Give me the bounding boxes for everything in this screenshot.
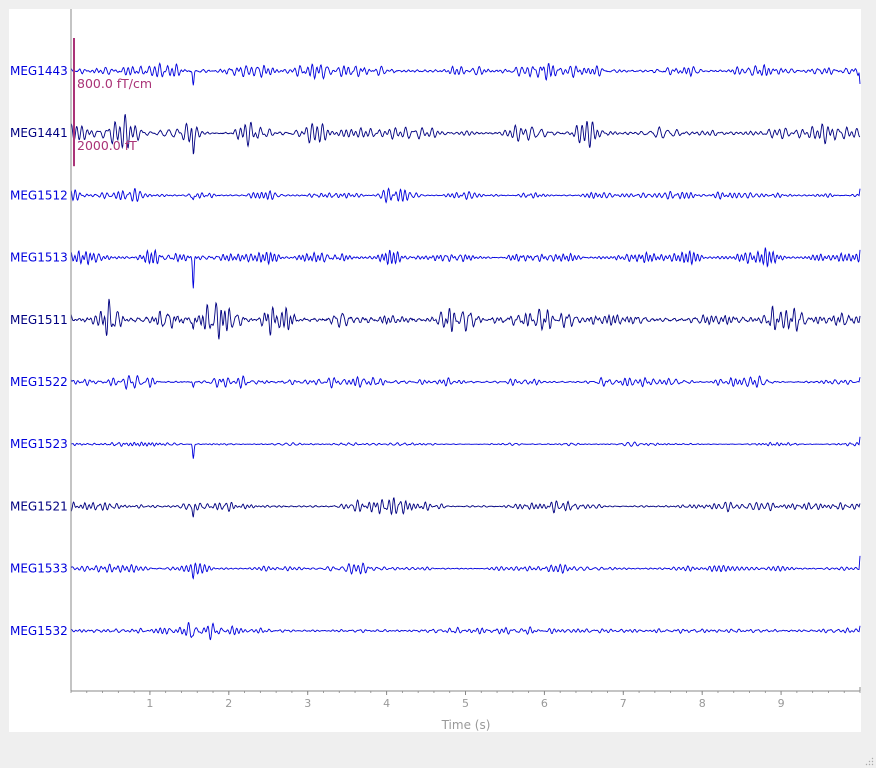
channel-label-meg1511[interactable]: MEG1511 <box>10 313 68 327</box>
trace-meg1521 <box>70 497 861 518</box>
x-tick-label: 1 <box>146 697 153 710</box>
channel-labels: MEG1443 MEG1441 MEG1512 MEG1513 MEG1511 MEG15… <box>10 64 68 638</box>
x-axis: 1 2 3 4 5 6 7 8 9 <box>70 9 861 710</box>
trace-meg1441 <box>70 114 861 155</box>
x-tick-label: 6 <box>541 697 548 710</box>
channel-label-meg1532[interactable]: MEG1532 <box>10 624 68 638</box>
channel-label-meg1441[interactable]: MEG1441 <box>10 126 68 140</box>
channel-label-meg1443[interactable]: MEG1443 <box>10 64 68 78</box>
trace-meg1533 <box>70 555 861 580</box>
x-tick-label: 9 <box>778 697 785 710</box>
traces-layer <box>70 62 861 641</box>
trace-meg1532 <box>70 622 861 641</box>
raw-data-plot[interactable]: MEG1443 MEG1441 MEG1512 MEG1513 MEG1511 MEG15… <box>9 9 861 732</box>
x-tick-label: 3 <box>304 697 311 710</box>
x-tick-label: 5 <box>462 697 469 710</box>
trace-meg1513 <box>70 247 861 289</box>
x-tick-label: 7 <box>620 697 627 710</box>
x-tick-label: 4 <box>383 697 390 710</box>
trace-meg1511 <box>70 298 861 340</box>
scale-bar-label-1: 800.0 fT/cm <box>77 76 152 91</box>
resize-grip-icon[interactable] <box>864 756 874 766</box>
trace-meg1512 <box>70 187 861 204</box>
trace-meg1443 <box>70 62 861 86</box>
channel-label-meg1522[interactable]: MEG1522 <box>10 375 68 389</box>
channel-label-meg1523[interactable]: MEG1523 <box>10 437 68 451</box>
channel-label-meg1512[interactable]: MEG1512 <box>10 188 68 202</box>
x-axis-label: Time (s) <box>441 718 491 732</box>
channel-label-meg1533[interactable]: MEG1533 <box>10 562 68 576</box>
scale-bar-label-2: 2000.0 fT <box>77 138 137 153</box>
x-tick-label: 8 <box>699 697 706 710</box>
channel-label-meg1521[interactable]: MEG1521 <box>10 499 68 513</box>
channel-label-meg1513[interactable]: MEG1513 <box>10 251 68 265</box>
trace-meg1522 <box>70 374 861 391</box>
trace-meg1523 <box>70 436 861 459</box>
meg-traces-canvas[interactable]: MEG1443 MEG1441 MEG1512 MEG1513 MEG1511 MEG15… <box>9 9 861 732</box>
x-tick-label: 2 <box>225 697 232 710</box>
scale-bars: 800.0 fT/cm 2000.0 fT <box>73 38 152 167</box>
